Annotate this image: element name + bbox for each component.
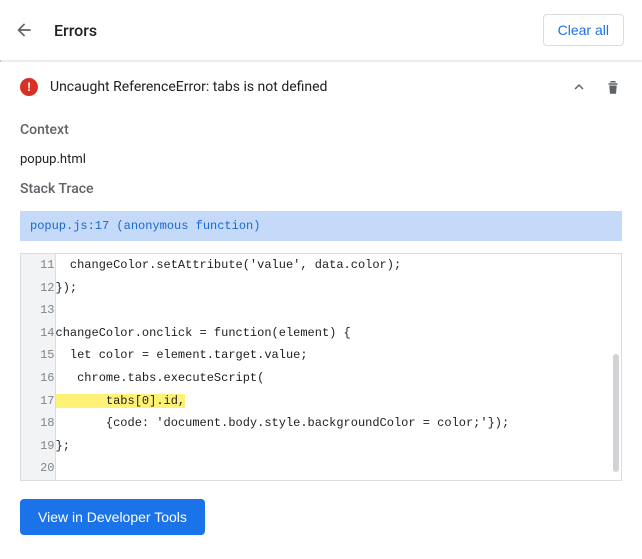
- code-line: 13: [21, 299, 621, 322]
- code-line: 12});: [21, 277, 621, 300]
- view-in-devtools-button[interactable]: View in Developer Tools: [20, 499, 205, 535]
- code-text: chrome.tabs.executeScript(: [55, 367, 621, 390]
- code-text: });: [55, 277, 621, 300]
- line-number: 17: [21, 390, 55, 413]
- code-line: 17 tabs[0].id,: [21, 390, 621, 413]
- stack-frame-header[interactable]: popup.js:17 (anonymous function): [20, 211, 622, 241]
- code-text: changeColor.setAttribute('value', data.c…: [55, 254, 621, 277]
- code-text: let color = element.target.value;: [55, 344, 621, 367]
- code-line: 18 {code: 'document.body.style.backgroun…: [21, 412, 621, 435]
- scrollbar-thumb[interactable]: [613, 354, 619, 472]
- line-number: 20: [21, 457, 55, 480]
- collapse-chevron-up-icon[interactable]: [570, 78, 588, 96]
- page-title: Errors: [54, 21, 97, 40]
- error-title: Uncaught ReferenceError: tabs is not def…: [50, 79, 327, 95]
- context-value: popup.html: [20, 152, 622, 167]
- code-line: 11 changeColor.setAttribute('value', dat…: [21, 254, 621, 277]
- code-text: {code: 'document.body.style.backgroundCo…: [55, 412, 621, 435]
- line-number: 15: [21, 344, 55, 367]
- delete-icon[interactable]: [604, 78, 622, 96]
- stack-trace-label: Stack Trace: [20, 181, 622, 197]
- code-line: 14changeColor.onclick = function(element…: [21, 322, 621, 345]
- code-line: 16 chrome.tabs.executeScript(: [21, 367, 621, 390]
- error-panel: ! Uncaught ReferenceError: tabs is not d…: [0, 62, 642, 555]
- code-line: 20: [21, 457, 621, 480]
- line-number: 18: [21, 412, 55, 435]
- line-number: 16: [21, 367, 55, 390]
- code-text: [55, 299, 621, 322]
- code-text: };: [55, 435, 621, 458]
- code-table: 11 changeColor.setAttribute('value', dat…: [21, 254, 621, 480]
- code-line: 19};: [21, 435, 621, 458]
- line-number: 13: [21, 299, 55, 322]
- code-text: tabs[0].id,: [55, 390, 621, 413]
- line-number: 14: [21, 322, 55, 345]
- clear-all-button[interactable]: Clear all: [543, 14, 624, 46]
- code-snippet: 11 changeColor.setAttribute('value', dat…: [20, 253, 622, 481]
- code-line: 15 let color = element.target.value;: [21, 344, 621, 367]
- error-icon: !: [20, 78, 38, 96]
- code-text: changeColor.onclick = function(element) …: [55, 322, 621, 345]
- highlighted-code: tabs[0].id,: [56, 394, 186, 408]
- code-text: [55, 457, 621, 480]
- back-arrow-icon[interactable]: [14, 20, 34, 40]
- line-number: 19: [21, 435, 55, 458]
- page-header: Errors Clear all: [0, 0, 642, 60]
- context-label: Context: [20, 122, 622, 138]
- line-number: 12: [21, 277, 55, 300]
- line-number: 11: [21, 254, 55, 277]
